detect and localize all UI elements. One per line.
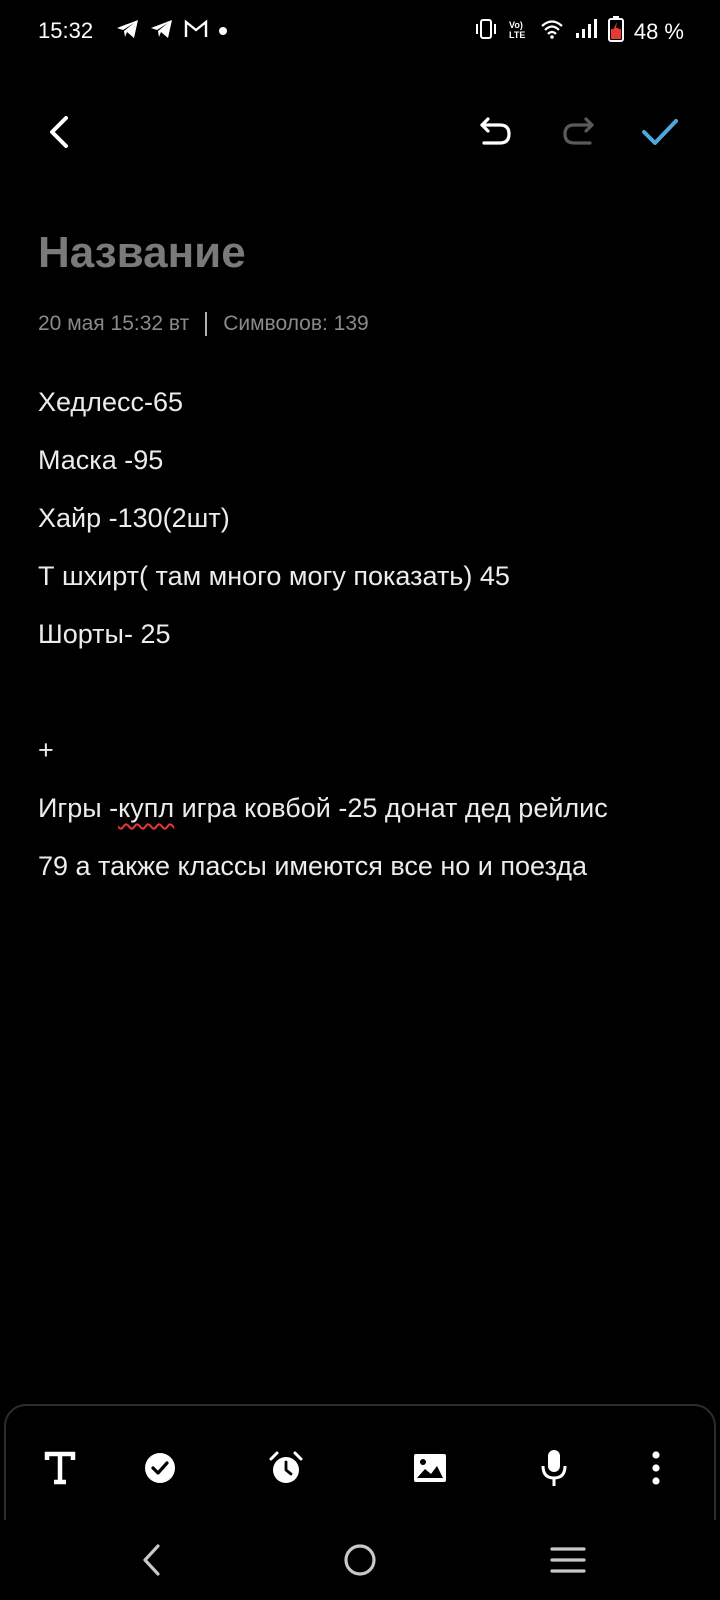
note-line: Хайр -130(2шт) [38,503,230,533]
undo-button[interactable] [474,110,518,154]
meta-divider [205,312,208,336]
text-format-icon [44,1451,76,1485]
chevron-left-icon [50,116,68,148]
note-title-field[interactable]: Название [38,228,246,278]
note-text: игра ковбой -25 донат дед рейлис [174,793,608,823]
status-bar: 15:32 Vo) LTE 48 % [0,0,720,62]
system-navigation-bar [0,1520,720,1600]
nav-home-button[interactable] [336,1536,384,1584]
dot-icon [218,23,228,41]
alarm-icon [269,1451,303,1483]
microphone-icon [541,1450,567,1486]
note-line: + [38,735,54,765]
status-time: 15:32 [38,18,94,43]
note-line: Т шхирт( там много могу показать) 45 [38,561,510,591]
back-button[interactable] [38,110,82,154]
nav-back-button[interactable] [128,1536,176,1584]
checklist-icon [145,1453,175,1483]
gmail-icon [184,19,208,44]
svg-text:Vo): Vo) [509,20,523,30]
battery-icon [607,16,624,47]
check-icon [642,119,678,145]
note-line: Маска -95 [38,445,164,475]
save-button[interactable] [638,110,682,154]
nav-menu-icon [550,1547,586,1573]
voice-input-button[interactable] [530,1444,578,1492]
telegram-icon [116,18,140,45]
redo-button[interactable] [556,110,600,154]
more-vert-icon [652,1451,660,1485]
note-text: Игры - [38,793,119,823]
note-line [38,672,688,730]
battery-percent: 48 % [633,18,684,44]
note-date: 20 мая 15:32 вт [38,312,190,335]
redo-icon [563,117,594,145]
note-line: 79 а также классы имеются все но и поезд… [38,851,588,881]
signal-icon [574,18,598,45]
notification-icons [116,18,228,45]
undo-icon [480,117,511,145]
system-icons: Vo) LTE 48 % [474,16,684,47]
telegram-icon [150,18,174,45]
nav-home-icon [344,1544,376,1576]
volte-icon: Vo) LTE [508,18,530,45]
svg-text:LTE: LTE [509,30,525,40]
note-body-editor[interactable]: Хедлесс-65 Маска -95 Хайр -130(2шт) Т шх… [38,382,688,904]
nav-recents-button[interactable] [544,1536,592,1584]
nav-back-icon [143,1544,160,1576]
more-options-button[interactable] [632,1444,680,1492]
reminder-button[interactable] [262,1444,310,1492]
note-meta: 20 мая 15:32 вт Символов: 139 [38,312,369,336]
insert-image-button[interactable] [406,1444,454,1492]
wifi-icon [540,19,564,44]
formatting-toolbar [4,1404,716,1524]
checklist-button[interactable] [136,1444,184,1492]
char-count: Символов: 139 [223,312,369,335]
spellcheck-word[interactable]: купл [118,793,174,823]
vibrate-icon [474,18,498,45]
note-line: Хедлесс-65 [38,387,183,417]
editor-toolbar [0,96,720,166]
image-icon [414,1454,446,1482]
text-format-button[interactable] [36,1444,84,1492]
note-line: Шорты- 25 [38,619,171,649]
note-line: Игры -купл игра ковбой -25 донат дед рей… [38,788,688,846]
